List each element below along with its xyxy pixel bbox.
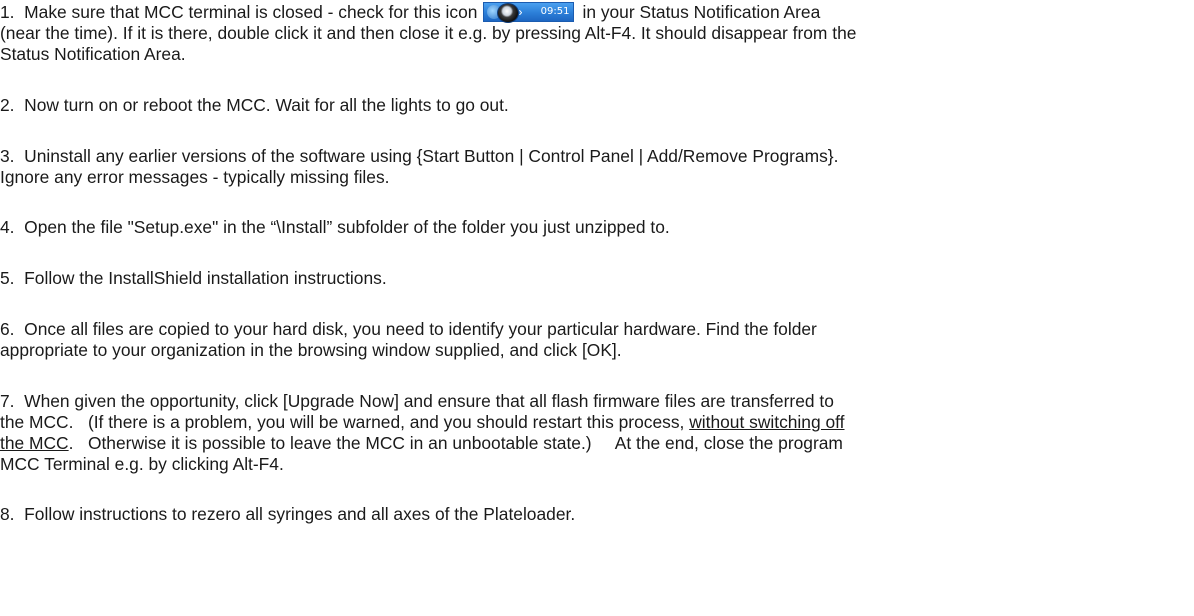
step-6-line-2: appropriate to your organization in the … [0,340,622,360]
step-3-line-1: 3. Uninstall any earlier versions of the… [0,146,839,166]
step-4-line-1: 4. Open the file "Setup.exe" in the “\In… [0,217,670,237]
tray-clock: 09:51 [540,6,570,17]
step-1-line-3: Status Notification Area. [0,44,186,64]
step-7-line-3-text: . Otherwise it is possible to leave the … [68,433,843,453]
step-7-line-1: 7. When given the opportunity, click [Up… [0,391,834,411]
step-7: 7. When given the opportunity, click [Up… [0,391,1194,475]
step-3: 3. Uninstall any earlier versions of the… [0,146,1194,188]
step-3-line-2: Ignore any error messages - typically mi… [0,167,390,187]
step-7-line-4: MCC Terminal e.g. by clicking Alt-F4. [0,454,284,474]
step-1-text-after-icon: in your Status Notification Area [582,2,821,22]
step-8: 8. Follow instructions to rezero all syr… [0,504,1194,525]
tray-arrow-icon: › [518,5,523,19]
tray-icon-image: › 09:51 [483,2,575,23]
step-5-line-1: 5. Follow the InstallShield installation… [0,268,387,288]
step-7-line-3: the MCC. Otherwise it is possible to lea… [0,433,1194,454]
step-2-line-1: 2. Now turn on or reboot the MCC. Wait f… [0,95,509,115]
step-2: 2. Now turn on or reboot the MCC. Wait f… [0,95,1194,116]
step-6-line-1: 6. Once all files are copied to your har… [0,319,817,339]
step-8-line-1: 8. Follow instructions to rezero all syr… [0,504,576,524]
step-1-text-before-icon: 1. Make sure that MCC terminal is closed… [0,2,478,22]
step-7-line-2: the MCC. (If there is a problem, you wil… [0,412,1194,433]
step-7-line-2-text: the MCC. (If there is a problem, you wil… [0,412,690,432]
step-1-line-2: (near the time). If it is there, double … [0,23,857,43]
step-1-line-1: 1. Make sure that MCC terminal is closed… [0,2,1194,23]
step-7-underlined-warning-1: without switching off [689,412,845,432]
mcc-terminal-icon [497,3,520,23]
step-1: 1. Make sure that MCC terminal is closed… [0,2,1194,65]
step-6: 6. Once all files are copied to your har… [0,319,1194,361]
step-5: 5. Follow the InstallShield installation… [0,268,1194,289]
step-7-underlined-warning-2: the MCC [0,433,69,453]
step-4: 4. Open the file "Setup.exe" in the “\In… [0,217,1194,238]
